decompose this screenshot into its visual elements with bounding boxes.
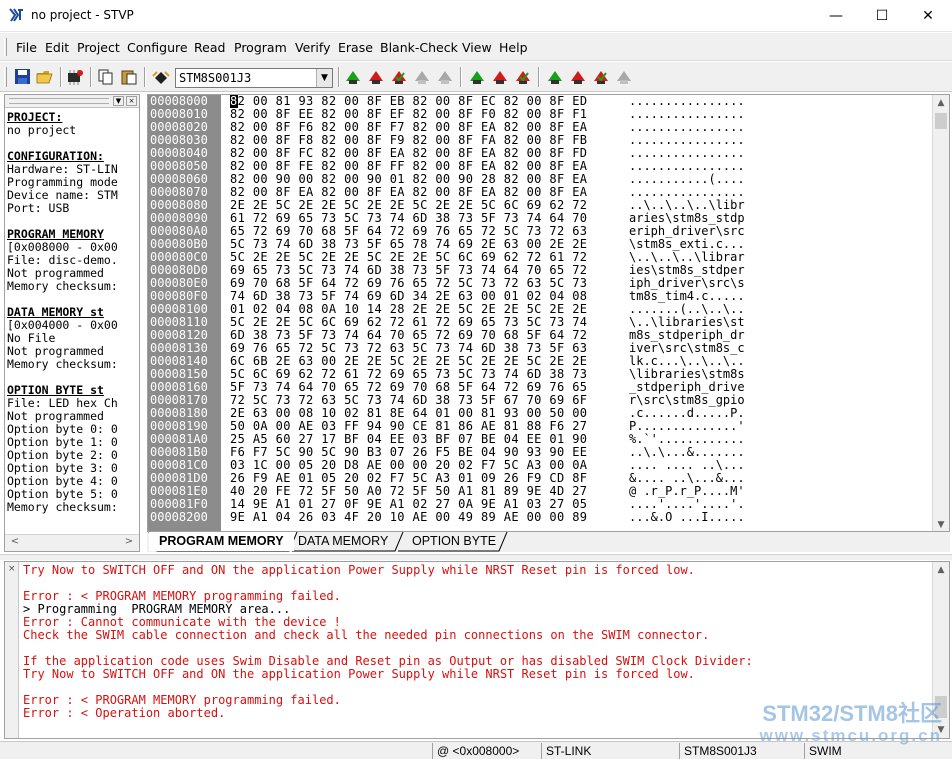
log-line: Check the SWIM cable connection and chec…	[23, 628, 710, 642]
status-device: STM8S001J3	[679, 743, 804, 759]
hex-cursor[interactable]: 8	[230, 95, 238, 108]
log-line: Try Now to SWITCH OFF and ON the applica…	[23, 563, 695, 577]
scroll-down-icon[interactable]: ▼	[933, 722, 949, 738]
info-line: Memory checksum:	[7, 500, 118, 514]
title-bar: no project - STVP — ☐ ✕	[0, 0, 952, 32]
copy-icon[interactable]	[96, 68, 116, 86]
chevron-down-icon[interactable]: ▼	[316, 69, 332, 87]
panel-header: ▼ ×	[5, 95, 139, 108]
erase-option-gray-icon	[617, 71, 631, 84]
program-current-red-icon[interactable]	[490, 68, 510, 86]
save-icon[interactable]	[13, 68, 33, 86]
toolbar-grip[interactable]	[4, 67, 7, 87]
toolbar: STM8S001J3 ▼	[0, 62, 952, 92]
hex-row[interactable]: 00008200 9E A1 04 26 03 4F 20 10 AE 00 49…	[148, 511, 934, 524]
scroll-up-icon[interactable]: ▲	[933, 95, 949, 111]
device-select-value: STM8S001J3	[179, 71, 252, 85]
read-all-green-icon[interactable]	[343, 68, 363, 86]
vertical-scrollbar[interactable]: ▲ ▼	[932, 95, 949, 531]
project-chip-icon[interactable]	[65, 68, 85, 86]
toolbar-separator	[90, 67, 92, 87]
scroll-down-icon[interactable]: ▼	[933, 517, 949, 531]
scroll-right-icon[interactable]: >	[121, 536, 137, 550]
close-button[interactable]: ✕	[905, 0, 951, 31]
menu-verify[interactable]: Verify	[295, 40, 330, 55]
menu-file[interactable]: File	[16, 40, 37, 55]
log-panel-grip[interactable]: ×	[5, 562, 19, 738]
menu-read[interactable]: Read	[194, 40, 225, 55]
toolbar-separator	[460, 67, 462, 87]
paste-icon[interactable]	[119, 68, 139, 86]
stvp-app-icon	[9, 8, 23, 22]
panel-splitter[interactable]	[0, 554, 952, 560]
status-bar: @ <0x008000> ST-LINK STM8S001J3 SWIM	[0, 741, 952, 759]
project-info-text: PROJECT: no project CONFIGURATION: Hardware…	[7, 111, 139, 514]
menu-erase[interactable]: Erase	[338, 40, 373, 55]
hex-rows[interactable]: 00008000 82 00 81 93 82 00 8F EB 82 00 8F…	[148, 95, 934, 524]
blank-all-gray-icon	[438, 71, 452, 84]
verify-option-red-icon[interactable]	[591, 68, 611, 86]
toolbar-separator	[144, 67, 146, 87]
verify-all-red-icon[interactable]	[389, 68, 409, 86]
menu-program[interactable]: Program	[234, 40, 287, 55]
menu-bar: File Edit Project Configure Read Program…	[0, 33, 952, 61]
menu-help[interactable]: Help	[499, 40, 528, 55]
horizontal-scrollbar[interactable]: < >	[5, 534, 139, 551]
window-title: no project - STVP	[31, 8, 134, 22]
program-all-red-icon[interactable]	[366, 68, 386, 86]
minimize-button[interactable]: —	[813, 0, 859, 31]
maximize-button[interactable]: ☐	[859, 0, 905, 31]
project-info-panel: ▼ × PROJECT: no project CONFIGURATION: Hard…	[4, 94, 140, 552]
toolbar-separator	[538, 67, 540, 87]
status-address: @ <0x008000>	[432, 743, 541, 759]
menu-view[interactable]: View	[462, 40, 492, 55]
log-line: Try Now to SWITCH OFF and ON the applica…	[23, 667, 695, 681]
menu-blank-check[interactable]: Blank-Check	[380, 40, 458, 55]
toolbar-separator	[60, 67, 62, 87]
scroll-thumb[interactable]	[935, 113, 947, 129]
memory-tabs: PROGRAM MEMORY DATA MEMORY OPTION BYTE	[147, 532, 950, 552]
info-line: Memory checksum:	[7, 279, 118, 293]
info-line: no project	[7, 123, 77, 137]
read-option-green-icon[interactable]	[545, 68, 565, 86]
log-panel: × Try Now to SWITCH OFF and ON the appli…	[4, 561, 950, 739]
hex-address: 00008200	[148, 511, 219, 524]
panel-close-icon[interactable]: ×	[126, 96, 137, 106]
tab-program-memory[interactable]: PROGRAM MEMORY	[149, 532, 294, 551]
log-output: Try Now to SWITCH OFF and ON the applica…	[23, 564, 929, 720]
scroll-up-icon[interactable]: ▲	[933, 562, 949, 578]
hex-bytes[interactable]: 9E A1 04 26 03 4F 20 10 AE 00 49 89 AE 0…	[230, 511, 587, 524]
erase-all-gray-icon	[415, 71, 429, 84]
menu-edit[interactable]: Edit	[45, 40, 69, 55]
info-line: Port: USB	[7, 201, 70, 215]
device-chip-icon[interactable]	[151, 68, 171, 86]
tab-option-byte[interactable]: OPTION BYTE	[402, 532, 506, 551]
panel-grip[interactable]	[9, 98, 109, 104]
tab-data-memory[interactable]: DATA MEMORY	[288, 532, 398, 551]
read-current-green-icon[interactable]	[467, 68, 487, 86]
hex-ascii[interactable]: ...&.O ...I.....	[629, 511, 745, 524]
hex-editor[interactable]: 00008000 82 00 81 93 82 00 8F EB 82 00 8F…	[147, 94, 950, 532]
info-line: Memory checksum:	[7, 357, 118, 371]
log-line: Error : < Operation aborted.	[23, 706, 226, 720]
log-close-icon[interactable]: ×	[8, 564, 16, 574]
device-select[interactable]: STM8S001J3 ▼	[175, 68, 333, 88]
panel-dropdown-icon[interactable]: ▼	[113, 96, 124, 106]
menu-configure[interactable]: Configure	[127, 40, 188, 55]
scroll-thumb[interactable]	[935, 696, 947, 718]
verify-current-red-icon[interactable]	[513, 68, 533, 86]
menu-project[interactable]: Project	[77, 40, 120, 55]
status-hardware: ST-LINK	[541, 743, 679, 759]
hex-bytes-rest: 2 00 81 93 82 00 8F EB 82 00 8F EC 82 00…	[237, 94, 588, 108]
menu-grip[interactable]	[4, 38, 7, 56]
status-protocol: SWIM	[804, 743, 952, 759]
open-folder-icon[interactable]	[36, 68, 56, 86]
toolbar-separator	[338, 67, 340, 87]
scroll-left-icon[interactable]: <	[7, 536, 23, 550]
program-option-red-icon[interactable]	[568, 68, 588, 86]
log-vertical-scrollbar[interactable]: ▲ ▼	[932, 562, 949, 738]
